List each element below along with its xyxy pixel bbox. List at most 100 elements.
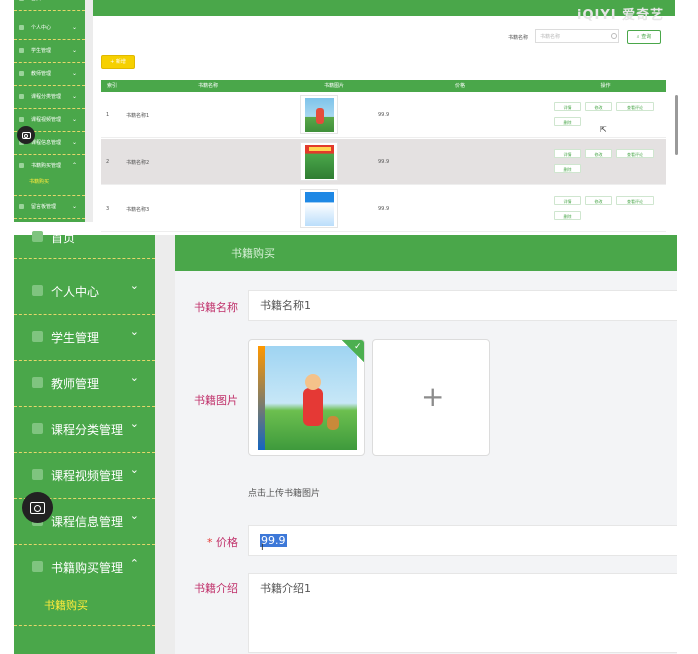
delete-button[interactable]: 删除 — [554, 117, 581, 126]
category-icon — [19, 94, 24, 99]
upload-image-button[interactable]: + — [372, 339, 490, 456]
text-cursor-icon: Ι — [261, 543, 264, 553]
price-label: * 价格 — [168, 534, 238, 550]
chevron-down-icon: ⌄ — [71, 139, 77, 146]
sidebar-item-label: 课程信息管理 — [31, 140, 62, 146]
chevron-up-icon: ⌃ — [129, 557, 139, 570]
sidebar-item-label: 首页 — [31, 0, 41, 10]
sidebar-item-home[interactable]: 首页 — [14, 0, 85, 11]
intro-textarea[interactable]: 书籍介绍1 — [248, 573, 678, 653]
row-name: 书籍名称1 — [126, 113, 150, 119]
sidebar-item-message-board[interactable]: 留言板管理 ⌄ — [14, 195, 85, 219]
search-icon — [611, 33, 617, 39]
search-input[interactable]: 书籍名称 — [535, 29, 619, 43]
sidebar-item-label: 课程视频管理 — [51, 469, 124, 483]
column-name: 书籍名称 — [197, 83, 218, 89]
price-input[interactable]: 99.9 — [248, 525, 678, 556]
chevron-down-icon: ⌄ — [71, 203, 77, 210]
edit-button[interactable]: 修改 — [585, 196, 612, 205]
sidebar-item-label: 学生管理 — [31, 48, 52, 54]
sidebar-subitem-book-purchase[interactable]: 书籍购买 — [44, 597, 88, 613]
column-image: 书籍图片 — [323, 83, 344, 89]
chevron-down-icon: ⌄ — [129, 279, 139, 292]
chevron-down-icon: ⌄ — [129, 417, 139, 430]
sidebar-item-students[interactable]: 学生管理 ⌄ — [14, 315, 155, 361]
sidebar-item-course-category[interactable]: 课程分类管理 ⌄ — [14, 86, 85, 109]
sidebar-item-profile[interactable]: 个人中心 ⌄ — [14, 17, 85, 40]
sidebar-subitem-book-purchase[interactable]: 书籍购买 — [29, 178, 49, 185]
table-header: 索引 书籍名称 书籍图片 价格 操作 — [101, 80, 666, 92]
sidebar-item-label: 书籍购买管理 — [31, 163, 62, 169]
price-value-selected: 99.9 — [260, 534, 287, 547]
sidebar-item-label: 学生管理 — [51, 331, 100, 345]
right-margin — [675, 0, 698, 232]
chevron-down-icon: ⌄ — [129, 325, 139, 338]
book-icon — [19, 163, 24, 168]
uploaded-book-image[interactable]: ✓ — [248, 339, 365, 456]
sidebar-item-teachers[interactable]: 教师管理 ⌄ — [14, 361, 155, 407]
view-comments-button[interactable]: 查看评论 — [616, 149, 654, 158]
sidebar-item-label: 个人中心 — [51, 285, 100, 299]
row-index: 2 — [106, 159, 110, 165]
sidebar-item-label: 留言板管理 — [31, 204, 57, 210]
delete-button[interactable]: 删除 — [554, 211, 581, 220]
required-marker: * — [207, 536, 213, 549]
sidebar-item-students[interactable]: 学生管理 ⌄ — [14, 40, 85, 63]
chevron-down-icon: ⌄ — [129, 371, 139, 384]
add-button[interactable]: + 新增 — [101, 55, 135, 69]
chevron-down-icon: ⌄ — [71, 47, 77, 54]
table-row[interactable]: 3 书籍名称3 99.9 详情 修改 查看评论 删除 — [101, 186, 666, 232]
detail-button[interactable]: 详情 — [554, 102, 581, 111]
video-icon — [19, 117, 24, 122]
query-button[interactable]: ⌕ 查询 — [627, 30, 661, 44]
chevron-down-icon: ⌄ — [71, 93, 77, 100]
sidebar-item-profile[interactable]: 个人中心 ⌄ — [14, 269, 155, 315]
page-title: 书籍购买 — [231, 247, 275, 260]
chevron-down-icon: ⌄ — [129, 463, 139, 476]
table-row[interactable]: 1 书籍名称1 99.9 详情 修改 查看评论 删除 ⇱ — [101, 92, 666, 138]
name-input[interactable]: 书籍名称1 — [248, 290, 678, 321]
sidebar-item-label: 首页 — [51, 231, 76, 245]
view-comments-button[interactable]: 查看评论 — [616, 196, 654, 205]
divider — [14, 625, 155, 626]
edit-button[interactable]: 修改 — [585, 149, 612, 158]
sidebar-item-book-purchase[interactable]: 书籍购买管理 ⌃ — [14, 545, 155, 590]
chevron-down-icon: ⌄ — [129, 509, 139, 522]
book-thumbnail — [300, 95, 338, 134]
sidebar-item-teachers[interactable]: 教师管理 ⌄ — [14, 63, 85, 86]
sidebar-item-label: 课程视频管理 — [31, 117, 62, 123]
detail-button[interactable]: 详情 — [554, 196, 581, 205]
edit-button[interactable]: 修改 — [585, 102, 612, 111]
detail-button[interactable]: 详情 — [554, 149, 581, 158]
sidebar-item-label: 书籍购买管理 — [51, 561, 124, 575]
sidebar-item-book-purchase[interactable]: 书籍购买管理 ⌃ — [14, 155, 85, 177]
mouse-cursor-icon: ⇱ — [600, 125, 607, 134]
chevron-down-icon: ⌄ — [71, 24, 77, 31]
sidebar-item-course-category[interactable]: 课程分类管理 ⌄ — [14, 407, 155, 453]
plus-icon: + — [421, 380, 445, 413]
search-label: 书籍名称 — [508, 35, 529, 41]
camera-icon[interactable] — [22, 492, 53, 523]
sidebar-top: 首页 个人中心 ⌄ 学生管理 ⌄ 教师管理 ⌄ 课程分类管理 ⌄ 课程视频管理 … — [14, 0, 85, 222]
camera-icon[interactable] — [17, 126, 35, 144]
table-row[interactable]: 2 书籍名称2 99.9 详情 修改 查看评论 删除 — [101, 139, 666, 185]
scrollbar[interactable] — [675, 95, 678, 155]
check-icon: ✓ — [354, 342, 362, 352]
right-margin — [677, 235, 698, 654]
message-icon — [19, 204, 24, 209]
chevron-up-icon: ⌃ — [71, 162, 77, 169]
intro-label: 书籍介绍 — [194, 582, 238, 595]
view-comments-button[interactable]: 查看评论 — [616, 102, 654, 111]
row-price: 99.9 — [378, 206, 390, 212]
student-icon — [32, 331, 43, 342]
chevron-down-icon: ⌄ — [71, 70, 77, 77]
student-icon — [19, 48, 24, 53]
category-icon — [32, 423, 43, 434]
column-index: 索引 — [106, 83, 117, 89]
sidebar-item-home[interactable]: 首页 — [14, 225, 155, 259]
book-cover-art — [273, 350, 347, 364]
delete-button[interactable]: 删除 — [554, 164, 581, 173]
row-index: 1 — [106, 112, 110, 118]
row-name: 书籍名称2 — [126, 160, 150, 166]
sidebar-item-label: 课程分类管理 — [31, 94, 62, 100]
